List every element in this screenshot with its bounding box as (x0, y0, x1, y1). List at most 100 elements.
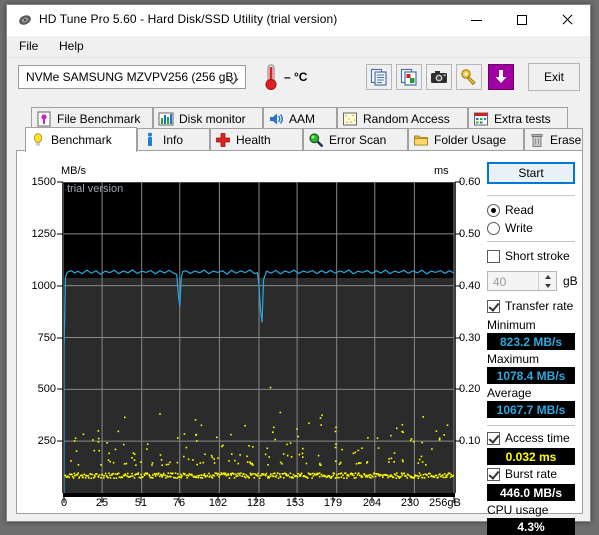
thermometer-icon (260, 63, 282, 91)
minimum-label: Minimum (487, 318, 536, 332)
tab-health[interactable]: Health (210, 128, 303, 151)
tab-benchmark[interactable]: Benchmark (25, 127, 137, 152)
radio-write[interactable]: Write (487, 221, 533, 235)
short-stroke-value: 40 (493, 275, 506, 289)
tab-label: Folder Usage (434, 133, 506, 147)
menu-help-label: Help (59, 39, 84, 53)
tab-label: Info (163, 133, 183, 147)
copy-image-button[interactable] (396, 64, 422, 90)
tab-label: Extra tests (494, 112, 551, 126)
tab-label: Disk monitor (179, 112, 246, 126)
minimum-value: 823.2 MB/s (500, 335, 562, 349)
radio-write-icon (487, 222, 500, 235)
drive-select[interactable]: NVMe SAMSUNG MZVPV256 (256 gB) (18, 65, 246, 89)
tab-extra-tests[interactable]: Extra tests (468, 107, 568, 130)
cpu-usage-value: 4.3% (517, 520, 544, 534)
certificate-button[interactable] (456, 64, 482, 90)
chevron-down-icon (545, 284, 551, 288)
divider (487, 241, 575, 242)
maximize-icon (517, 15, 527, 25)
checkbox-access-time[interactable]: Access time (487, 431, 570, 445)
average-value-box: 1067.7 MB/s (487, 401, 575, 418)
maximize-button[interactable] (499, 5, 544, 35)
short-stroke-checkbox-icon (487, 250, 500, 263)
start-button[interactable]: Start (487, 162, 575, 184)
x-tick: 102 (201, 497, 235, 509)
erase-trash-icon (529, 132, 545, 148)
burst-rate-checkbox-icon (487, 468, 500, 481)
tab-error-scan[interactable]: Error Scan (303, 128, 408, 151)
stepper-up-button[interactable] (539, 272, 556, 281)
burst-rate-value-box: 446.0 MB/s (487, 484, 575, 501)
divider (487, 425, 575, 426)
copy-image-icon (400, 68, 418, 86)
window-title: HD Tune Pro 5.60 - Hard Disk/SSD Utility… (39, 12, 337, 26)
save-button[interactable] (488, 64, 514, 90)
cpu-usage-label: CPU usage (487, 503, 548, 517)
start-label: Start (518, 166, 543, 180)
short-stroke-unit: gB (563, 274, 578, 288)
access-time-value: 0.032 ms (506, 450, 557, 464)
trial-watermark: trial version (67, 183, 123, 195)
menu-file[interactable]: File (13, 39, 44, 53)
radio-read-label: Read (505, 203, 534, 217)
copy-text-icon (370, 68, 388, 86)
maximum-label: Maximum (487, 352, 539, 366)
tab-row-lower: Benchmark Info Health (16, 128, 583, 151)
checkbox-short-stroke[interactable]: Short stroke (487, 249, 570, 263)
tab-label: Error Scan (329, 133, 386, 147)
exit-button[interactable]: Exit (528, 63, 580, 91)
random-access-icon (342, 111, 358, 127)
x-tick: 179 (316, 497, 350, 509)
health-cross-icon (215, 132, 231, 148)
tab-bar: File Benchmark Disk monitor AA (16, 107, 583, 151)
menu-bar: File Help (7, 36, 590, 58)
access-time-checkbox-icon (487, 432, 500, 445)
copy-text-button[interactable] (366, 64, 392, 90)
screenshot-button[interactable] (426, 64, 452, 90)
tab-random-access[interactable]: Random Access (337, 107, 468, 130)
short-stroke-stepper[interactable]: 40 (487, 271, 557, 291)
y-tick-left: 250 (22, 435, 56, 447)
tab-label: File Benchmark (57, 112, 140, 126)
tab-info[interactable]: Info (137, 128, 210, 151)
info-icon (142, 132, 158, 148)
average-label: Average (487, 386, 531, 400)
tab-erase[interactable]: Erase (524, 128, 583, 151)
stepper-down-button[interactable] (539, 281, 556, 290)
y-axis-unit-right: ms (434, 165, 449, 177)
checkbox-transfer-rate[interactable]: Transfer rate (487, 299, 573, 313)
minimize-button[interactable] (454, 5, 499, 35)
x-tick: 153 (278, 497, 312, 509)
toolbar: NVMe SAMSUNG MZVPV256 (256 gB) – °C (7, 58, 590, 100)
tab-label: Benchmark (51, 133, 112, 147)
y-tick-left: 500 (22, 383, 56, 395)
exit-label: Exit (544, 70, 564, 84)
divider (487, 195, 575, 196)
tab-disk-monitor[interactable]: Disk monitor (153, 107, 263, 130)
x-tick: 204 (355, 497, 389, 509)
radio-write-label: Write (505, 221, 533, 235)
radio-read[interactable]: Read (487, 203, 534, 217)
x-tick: 76 (162, 497, 196, 509)
benchmark-bulb-icon (30, 132, 46, 148)
access-time-label: Access time (505, 431, 570, 445)
chevron-up-icon (545, 275, 551, 279)
menu-help[interactable]: Help (53, 39, 90, 53)
error-scan-magnifier-icon (308, 132, 324, 148)
y-axis-unit-left: MB/s (61, 165, 86, 177)
disk-monitor-icon (158, 111, 174, 127)
y-tick-left: 1250 (22, 228, 56, 240)
stepper-buttons[interactable] (538, 272, 556, 290)
checkbox-burst-rate[interactable]: Burst rate (487, 467, 557, 481)
minimum-value-box: 823.2 MB/s (487, 333, 575, 350)
burst-rate-label: Burst rate (505, 467, 557, 481)
close-icon (561, 14, 573, 26)
minimize-icon (471, 20, 482, 21)
tab-label: Erase (550, 133, 581, 147)
plot-svg (64, 182, 454, 493)
tab-aam[interactable]: AAM (263, 107, 337, 130)
average-value: 1067.7 MB/s (497, 403, 566, 417)
tab-folder-usage[interactable]: Folder Usage (408, 128, 524, 151)
close-button[interactable] (544, 5, 589, 35)
